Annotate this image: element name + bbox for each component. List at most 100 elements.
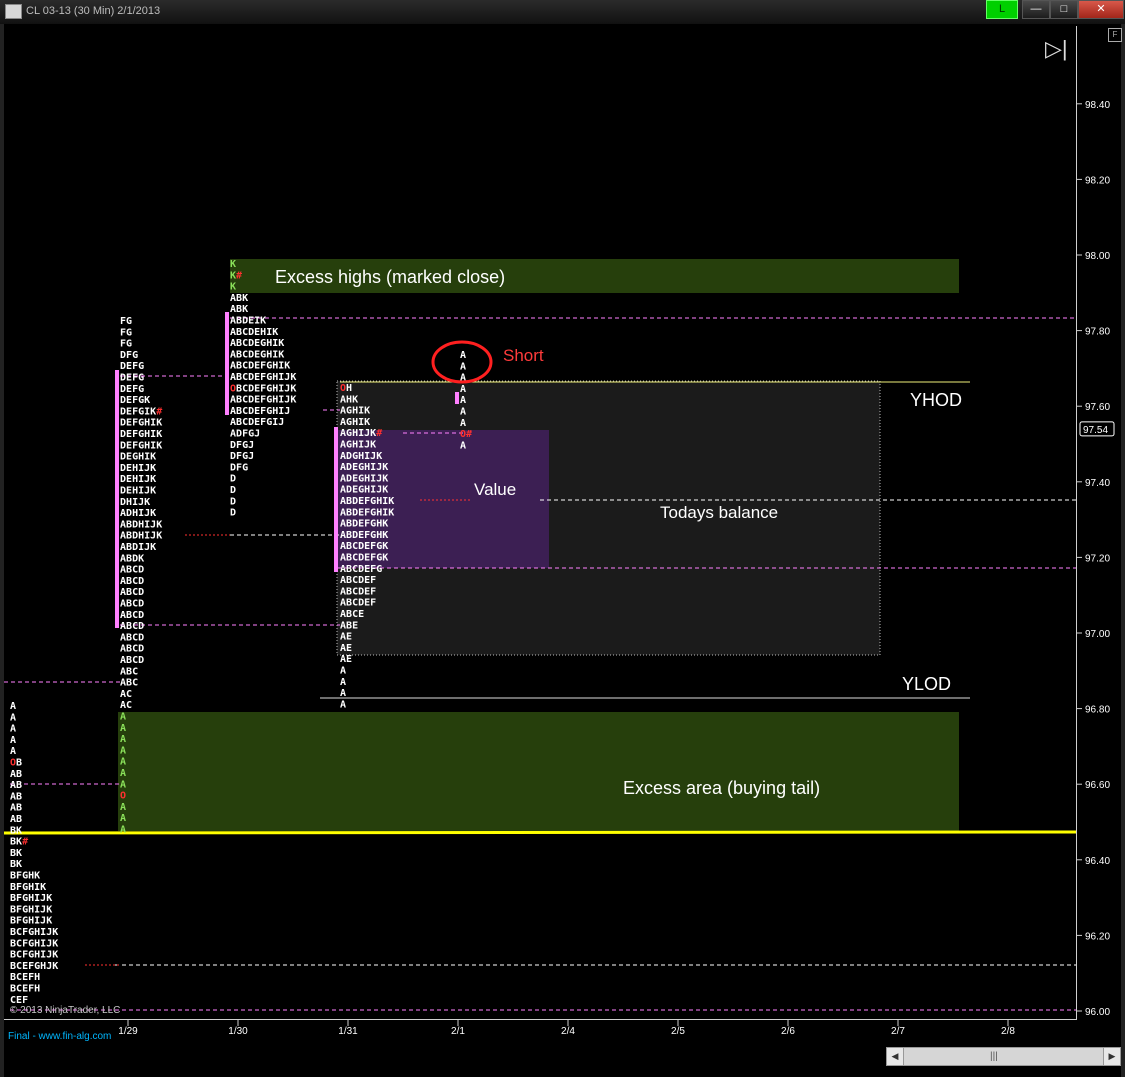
p2-row-14-char: K: [150, 474, 156, 485]
yhod-label: YHOD: [910, 390, 962, 410]
p3-row-0: K: [230, 259, 236, 270]
p2-row-27-char: D: [138, 621, 144, 632]
p3-row-15: ADFGJ: [230, 429, 260, 440]
scroll-left-icon[interactable]: ◀: [886, 1047, 904, 1066]
p3-row-10: ABCDEFGHIJK: [230, 372, 296, 383]
p3-row-19: D: [230, 474, 236, 485]
p2-row-0: FG: [120, 316, 132, 327]
p1-row-20-char: K: [52, 927, 58, 938]
p1-row-23-char: K: [52, 961, 58, 972]
price-tick-label-3: 97.80: [1085, 327, 1110, 338]
p1-row-4: A: [10, 746, 16, 757]
p1-row-22-char: K: [52, 950, 58, 961]
p1-row-6: AB: [10, 769, 22, 780]
p5-row-0: A: [460, 350, 466, 361]
p1-row-16: BFGHIK: [10, 882, 46, 893]
p4-row-17-char: F: [370, 575, 376, 586]
ylod-label: YLOD: [902, 674, 951, 694]
maximize-button[interactable]: □: [1050, 0, 1078, 19]
p2-row-26-char: D: [138, 610, 144, 621]
p1-row-4-char: A: [10, 746, 16, 757]
price-tick-label-2: 98.00: [1085, 251, 1110, 262]
p4-row-18-char: F: [370, 586, 376, 597]
p2-row-21: ABDK: [120, 553, 144, 564]
p4-row-20: ABCE: [340, 609, 364, 620]
close-button[interactable]: ✕: [1078, 0, 1124, 19]
p3-row-5: ABDEIK: [230, 316, 266, 327]
p2-row-5-char: G: [138, 373, 144, 384]
p5-row-8: A: [460, 440, 466, 451]
p1-row-19: BFGHIJK: [10, 916, 52, 927]
p4-row-19-char: F: [370, 598, 376, 609]
p5-row-3: A: [460, 384, 466, 395]
p2-row-4-char: G: [138, 361, 144, 372]
p2-row-14: DEHIJK: [120, 474, 156, 485]
p4-row-13-char: K: [382, 530, 388, 541]
price-tick-label-12: 96.00: [1085, 1007, 1110, 1018]
p4-row-16-char: G: [376, 564, 382, 575]
scroll-grip-icon[interactable]: |||: [990, 1051, 998, 1062]
value-label: Value: [474, 480, 516, 499]
price-axis-border: [1076, 26, 1077, 1020]
p1-row-21: BCFGHIJK: [10, 938, 58, 949]
p4-row-1-char: K: [352, 394, 358, 405]
p1-row-25-char: H: [34, 984, 40, 995]
format-button[interactable]: F: [1108, 28, 1122, 42]
p1-row-14-char: K: [16, 859, 22, 870]
p2-row-1: FG: [120, 327, 132, 338]
play-to-end-icon[interactable]: ▷|: [1045, 36, 1068, 62]
p4-row-13: ABDEFGHK: [340, 530, 388, 541]
p3-row-6: ABCDEHIK: [230, 327, 278, 338]
connection-indicator[interactable]: L: [986, 0, 1018, 19]
p2-row-20: ABDIJK: [120, 542, 156, 553]
p1-row-12: BK#: [10, 837, 28, 848]
p3-row-2: K: [230, 282, 236, 293]
p4-row-26-char: A: [340, 677, 346, 688]
date-tick-label-3: 2/1: [451, 1026, 465, 1037]
price-tick-label-0: 98.40: [1085, 100, 1110, 111]
p4-row-25: A: [340, 666, 346, 677]
p2-row-20-char: K: [150, 542, 156, 553]
minimize-button[interactable]: —: [1022, 0, 1050, 19]
p1-row-19-char: K: [46, 916, 52, 927]
p2-row-40-char: A: [120, 768, 126, 779]
p4-row-9-char: K: [382, 485, 388, 496]
chart-window-icon: [5, 4, 22, 19]
market-profile-chart[interactable]: 98.40 98.20 98.00 97.80 97.60 97.40 97.20 97.00…: [4, 24, 1121, 1077]
p1-row-12-char: #: [22, 837, 28, 848]
p1-row-5: OB: [10, 758, 22, 769]
p2-row-38: A: [120, 745, 126, 756]
p2-row-25: ABCD: [120, 599, 144, 610]
p1-row-6-char: B: [16, 769, 22, 780]
p3-row-3: ABK: [230, 293, 248, 304]
p4-row-9: ADEGHIJK: [340, 485, 388, 496]
p1-row-23: BCEFGHJK: [10, 961, 58, 972]
p2-row-42: O: [120, 791, 126, 802]
p3-row-2-char: K: [230, 282, 236, 293]
p2-row-30-char: D: [138, 655, 144, 666]
p4-row-26: A: [340, 677, 346, 688]
horizontal-scrollbar[interactable]: [886, 1047, 1120, 1066]
p2-row-37: A: [120, 734, 126, 745]
p3-row-22-char: D: [230, 508, 236, 519]
price-tick-label-8: 96.80: [1085, 705, 1110, 716]
pink-value-bar-1: [115, 370, 119, 628]
p2-row-41: A: [120, 779, 126, 790]
p2-row-36-char: A: [120, 723, 126, 734]
p2-row-27: ABCD: [120, 621, 144, 632]
p3-row-11: OBCDEFGHIJK: [230, 383, 296, 394]
short-label: Short: [503, 346, 544, 365]
p5-row-6: A: [460, 418, 466, 429]
p3-row-11-char: K: [290, 383, 296, 394]
p4-row-18: ABCDEF: [340, 586, 376, 597]
p3-row-4-char: K: [242, 304, 248, 315]
p4-row-28: A: [340, 699, 346, 710]
p3-row-4: ABK: [230, 304, 248, 315]
p3-row-8: ABCDEGHIK: [230, 349, 284, 360]
p4-row-15: ABCDEFGK: [340, 553, 388, 564]
p2-row-32: ABC: [120, 678, 138, 689]
p2-row-13-char: K: [150, 463, 156, 474]
price-tick-label-6: 97.20: [1085, 553, 1110, 564]
p3-row-17: DFGJ: [230, 451, 254, 462]
scroll-right-icon[interactable]: ▶: [1103, 1047, 1121, 1066]
